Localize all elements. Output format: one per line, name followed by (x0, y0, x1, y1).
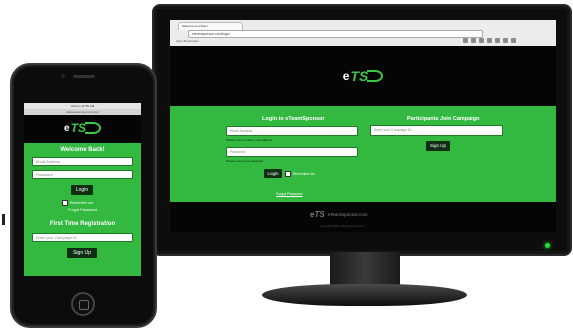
join-title: Participants Join Campaign (407, 116, 480, 122)
mobile-phone: Verizon 10:55 AM www.eteamsponsor.com e … (10, 63, 157, 328)
logo-swoosh-icon (84, 122, 101, 134)
remember-me[interactable]: Remember me (285, 171, 315, 177)
footer-copyright: Copyright 2015 eTeamSponsor.com (320, 224, 365, 228)
extension-icon[interactable] (479, 38, 484, 43)
monitor-stand-neck (330, 252, 400, 286)
site-logo[interactable]: e TS (343, 68, 384, 84)
logo-ts: TS (350, 68, 369, 84)
phone-email-field[interactable]: Email Address (32, 157, 133, 166)
menu-icon[interactable] (511, 38, 516, 43)
password-hint: Please enter your password (226, 159, 264, 163)
extension-icon[interactable] (495, 38, 500, 43)
browser-extension-icons (460, 30, 550, 43)
logo-swoosh-icon (367, 70, 384, 82)
extension-icon[interactable] (487, 38, 492, 43)
power-led-icon (545, 243, 550, 248)
remember-checkbox[interactable] (285, 171, 291, 177)
monitor-stand-base (262, 284, 467, 306)
login-panel: Login to eTeamSponsor Email Address Plea… (170, 106, 556, 202)
phone-signup-button[interactable]: Sign Up (67, 248, 97, 258)
browser-toolbar: Welcome to eTeam eteamsponsor.com/login … (170, 20, 556, 47)
speaker-icon (73, 75, 95, 78)
phone-login-panel: Welcome Back! Email Address Password Log… (24, 143, 141, 276)
welcome-title: Welcome Back! (60, 147, 105, 153)
site-footer: eTS eTeamSponsor.com Copyright 2015 eTea… (170, 202, 556, 232)
forgot-password-link[interactable]: Forgot Password (276, 192, 302, 196)
password-field[interactable]: Password (226, 147, 358, 157)
footer-brand: eTS eTeamSponsor.com (310, 210, 367, 219)
extension-icon[interactable] (463, 38, 468, 43)
signup-button[interactable]: Sign Up (426, 141, 450, 151)
footer-site-name: eTeamSponsor.com (327, 212, 368, 217)
phone-campaign-id-field[interactable]: Enter your Campaign ID (32, 233, 133, 242)
logo-e: e (342, 69, 350, 83)
campaign-id-field[interactable]: Enter your Campaign ID (370, 125, 503, 136)
phone-remember-me[interactable]: Remember me (62, 200, 93, 206)
registration-title: First Time Registration (49, 221, 116, 227)
home-button[interactable] (71, 292, 95, 316)
phone-site-header: e TS (24, 115, 141, 141)
desktop-monitor: Welcome to eTeam eteamsponsor.com/login … (152, 4, 572, 256)
email-hint: Please enter a valid email address (226, 138, 272, 142)
login-title: Login to eTeamSponsor (262, 116, 325, 122)
logo-e: e (64, 122, 70, 134)
phone-password-field[interactable]: Password (32, 170, 133, 179)
phone-login-button[interactable]: Login (71, 185, 93, 195)
site-header: e TS (170, 46, 556, 106)
desktop-screen: Welcome to eTeam eteamsponsor.com/login … (170, 20, 556, 232)
side-marker (2, 214, 5, 225)
login-button[interactable]: Login (264, 169, 282, 178)
camera-icon (61, 74, 65, 78)
phone-remember-label: Remember me (70, 201, 94, 205)
address-bar[interactable]: eteamsponsor.com/login (188, 30, 483, 38)
phone-forgot-password-link[interactable]: Forgot Password (24, 208, 141, 212)
extension-icon[interactable] (471, 38, 476, 43)
browser-tab[interactable]: Welcome to eTeam (178, 22, 243, 30)
phone-site-logo[interactable]: e TS (64, 121, 101, 135)
phone-remember-checkbox[interactable] (62, 200, 68, 206)
footer-logo: eTS (310, 210, 325, 219)
logo-ts: TS (70, 121, 86, 135)
remember-label: Remember me (293, 172, 315, 176)
extension-icon[interactable] (503, 38, 508, 43)
phone-screen: Verizon 10:55 AM www.eteamsponsor.com e … (24, 103, 141, 276)
email-field[interactable]: Email Address (226, 126, 358, 136)
bookmarks-bar: Apps Bookmarks (176, 39, 199, 43)
